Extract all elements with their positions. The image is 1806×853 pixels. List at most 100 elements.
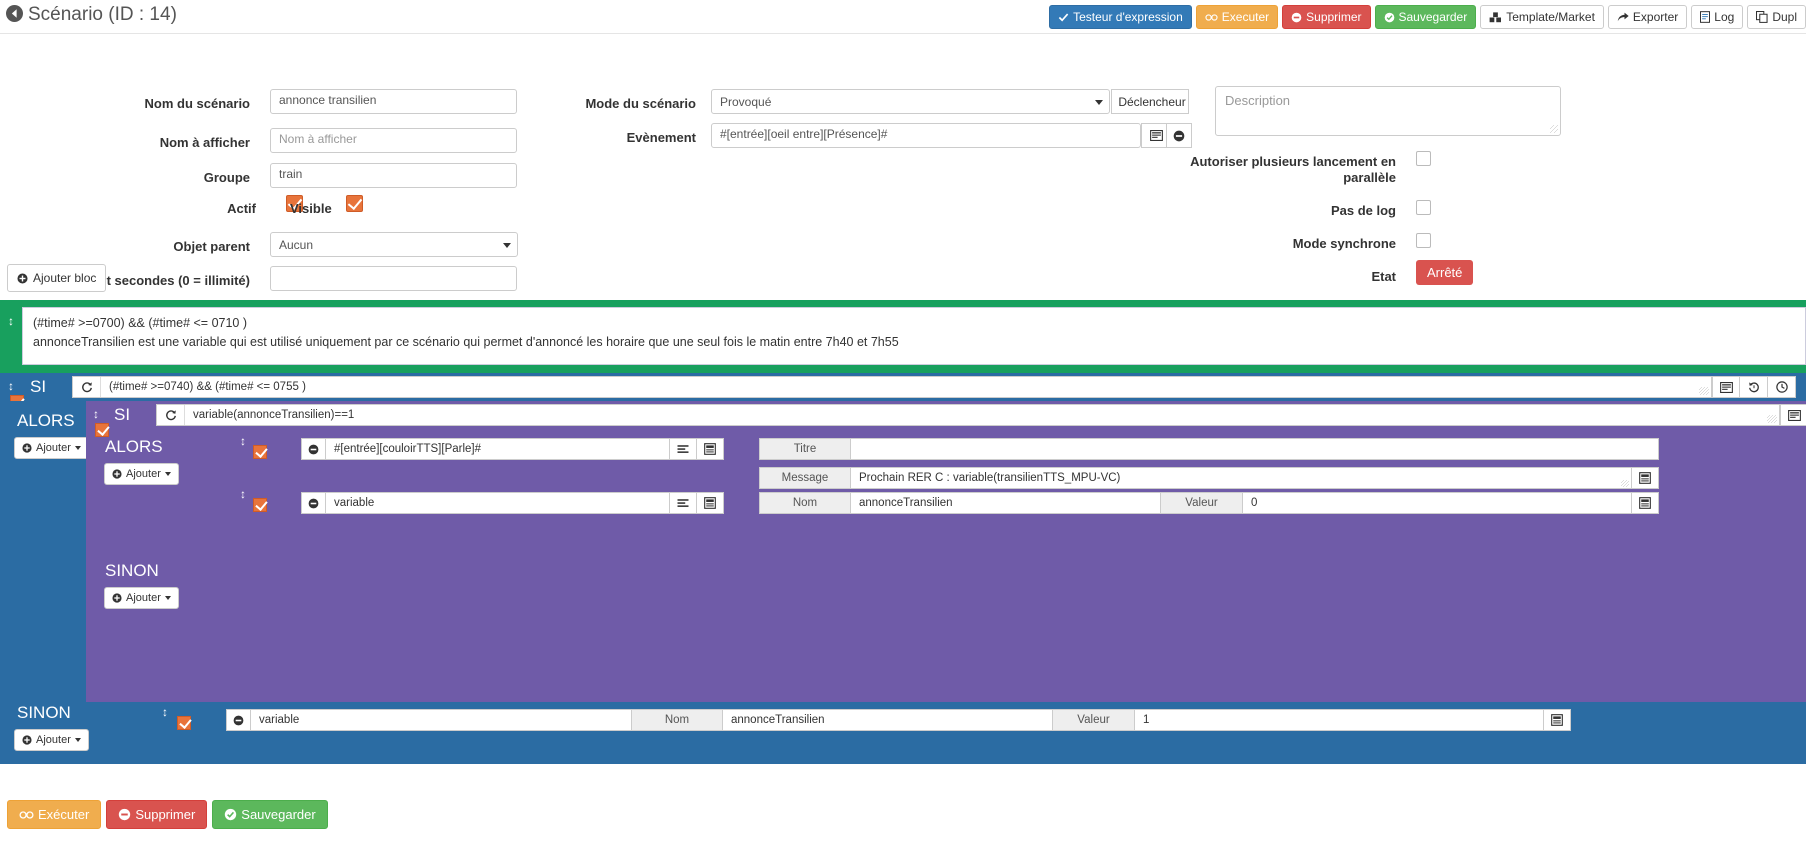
declencheur-button[interactable]: Déclencheur bbox=[1111, 89, 1189, 114]
alors-outer-ajouter-button[interactable]: Ajouter bbox=[14, 437, 89, 459]
action-2-command[interactable]: variable bbox=[325, 492, 670, 514]
minus-circle-icon bbox=[308, 444, 319, 454]
supprimer-label: Supprimer bbox=[1306, 10, 1362, 24]
status-badge[interactable]: Arrêté bbox=[1416, 260, 1474, 285]
evenement-input[interactable]: #[entrée][oeil entre][Présence]# bbox=[711, 123, 1141, 148]
action-row-2: variable bbox=[301, 492, 724, 514]
action-sinon-command[interactable]: variable bbox=[250, 709, 644, 731]
book-icon[interactable] bbox=[697, 492, 724, 514]
log-button[interactable]: Log bbox=[1691, 5, 1744, 29]
action-sinon-enabled-checkbox[interactable] bbox=[177, 716, 191, 730]
drag-handle-icon[interactable]: ↕ bbox=[93, 407, 99, 421]
action-2-remove-button[interactable] bbox=[301, 492, 325, 514]
drag-handle-icon[interactable]: ↕ bbox=[162, 705, 168, 719]
testeur-expression-button[interactable]: Testeur d'expression bbox=[1049, 5, 1192, 29]
sinon-outer-label: SINON bbox=[17, 703, 71, 722]
ajouter-bloc-button[interactable]: Ajouter bloc bbox=[7, 264, 107, 292]
alors-outer-ajouter-label: Ajouter bbox=[36, 442, 71, 454]
field-value-message[interactable]: Prochain RER C : variable(transilienTTS_… bbox=[851, 467, 1632, 489]
clock-icon[interactable] bbox=[1768, 376, 1796, 398]
alors-inner-ajouter-button[interactable]: Ajouter bbox=[104, 463, 179, 485]
minus-circle-icon bbox=[233, 715, 244, 725]
share-icon bbox=[1617, 12, 1629, 21]
resize-grip-icon[interactable] bbox=[1699, 387, 1709, 395]
pas-de-log-checkbox[interactable] bbox=[1416, 200, 1431, 215]
mode-scenario-select[interactable]: Provoqué bbox=[711, 89, 1110, 114]
footer-sauvegarder-button[interactable]: Sauvegarder bbox=[212, 800, 328, 829]
description-textarea[interactable]: Description bbox=[1215, 86, 1561, 136]
objet-parent-select[interactable]: Aucun bbox=[270, 232, 518, 257]
refresh-icon[interactable] bbox=[157, 405, 185, 425]
executer-button[interactable]: Executer bbox=[1195, 5, 1279, 29]
action-1-enabled-checkbox[interactable] bbox=[253, 445, 267, 459]
field-value-nom[interactable]: annonceTransilien bbox=[851, 492, 1161, 514]
list-icon[interactable] bbox=[1780, 404, 1806, 426]
action-row-sinon: variable bbox=[226, 709, 698, 731]
field-value-nom[interactable]: annonceTransilien bbox=[723, 709, 1053, 731]
refresh-icon[interactable] bbox=[73, 377, 101, 397]
evenement-remove-button[interactable] bbox=[1166, 123, 1192, 148]
nom-scenario-input[interactable]: annonce transilien bbox=[270, 89, 517, 114]
sinon-outer-ajouter-button[interactable]: Ajouter bbox=[14, 729, 89, 751]
si-outer-expression[interactable]: (#time# >=0740) && (#time# <= 0755 ) bbox=[72, 376, 1712, 398]
list-icon[interactable] bbox=[1712, 376, 1740, 398]
sauvegarder-button[interactable]: Sauvegarder bbox=[1374, 5, 1477, 29]
autoriser-parallele-checkbox[interactable] bbox=[1416, 151, 1431, 166]
executer-label: Executer bbox=[1221, 10, 1270, 24]
book-icon[interactable] bbox=[1544, 709, 1571, 731]
book-icon[interactable] bbox=[1632, 467, 1659, 489]
action-sinon-remove-button[interactable] bbox=[226, 709, 250, 731]
check-icon bbox=[1058, 13, 1069, 21]
alors-inner-label: ALORS bbox=[105, 437, 163, 456]
list-icon[interactable] bbox=[670, 492, 697, 514]
resize-grip-icon[interactable] bbox=[1767, 415, 1777, 423]
footer-executer-button[interactable]: Exécuter bbox=[7, 800, 102, 829]
supprimer-button[interactable]: Supprimer bbox=[1282, 5, 1371, 29]
dupliquer-button[interactable]: Dupl bbox=[1747, 5, 1806, 29]
label-actif: Actif bbox=[227, 201, 256, 216]
visible-checkbox[interactable] bbox=[346, 195, 363, 212]
minus-circle-icon bbox=[1291, 12, 1302, 22]
si-inner-sinon-region: SINON Ajouter bbox=[86, 559, 1806, 619]
resize-grip-icon[interactable] bbox=[1621, 480, 1629, 487]
back-arrow-icon[interactable] bbox=[6, 5, 23, 28]
action-1-field-titre: Titre bbox=[759, 438, 1659, 460]
action-1-remove-button[interactable] bbox=[301, 438, 325, 460]
field-label-message: Message bbox=[759, 467, 851, 489]
drag-handle-icon[interactable]: ↕ bbox=[240, 487, 246, 501]
check-circle-icon bbox=[1384, 12, 1394, 22]
timeout-input[interactable] bbox=[270, 266, 517, 291]
resize-grip-icon[interactable] bbox=[1550, 125, 1558, 133]
drag-handle-icon[interactable]: ↕ bbox=[8, 314, 14, 328]
groupe-input[interactable]: train bbox=[270, 163, 517, 188]
nom-afficher-input[interactable]: Nom à afficher bbox=[270, 128, 517, 153]
drag-handle-icon[interactable]: ↕ bbox=[8, 379, 14, 393]
book-icon[interactable] bbox=[1632, 492, 1659, 514]
list-icon[interactable] bbox=[670, 438, 697, 460]
footer-supprimer-button[interactable]: Supprimer bbox=[106, 800, 208, 829]
description-placeholder: Description bbox=[1225, 93, 1291, 108]
drag-handle-icon[interactable]: ↕ bbox=[240, 434, 246, 448]
footer-executer-label: Exécuter bbox=[38, 807, 90, 822]
sinon-inner-ajouter-button[interactable]: Ajouter bbox=[104, 587, 179, 609]
si-inner-expression[interactable]: variable(annonceTransilien)==1 bbox=[156, 404, 1780, 426]
field-value-titre[interactable] bbox=[851, 438, 1659, 460]
history-icon[interactable] bbox=[1740, 376, 1768, 398]
field-label-valeur: Valeur bbox=[1053, 709, 1135, 731]
code-block-content[interactable]: (#time# >=0700) && (#time# <= 0710 ) ann… bbox=[22, 307, 1806, 365]
label-visible: Visible bbox=[290, 201, 332, 216]
mode-synchrone-checkbox[interactable] bbox=[1416, 233, 1431, 248]
field-value-valeur[interactable]: 1 bbox=[1135, 709, 1544, 731]
book-icon[interactable] bbox=[697, 438, 724, 460]
action-1-command[interactable]: #[entrée][couloirTTS][Parle]# bbox=[325, 438, 670, 460]
page-title: Scénario (ID : 14) bbox=[6, 4, 177, 28]
action-sinon-fields: Nom annonceTransilien Valeur 1 bbox=[631, 709, 1571, 731]
ajouter-bloc-label: Ajouter bloc bbox=[33, 271, 97, 285]
action-2-enabled-checkbox[interactable] bbox=[253, 498, 267, 512]
exporter-button[interactable]: Exporter bbox=[1607, 5, 1688, 29]
dupliquer-label: Dupl bbox=[1772, 10, 1797, 24]
label-autoriser-parallele: Autoriser plusieurs lancement en parallè… bbox=[1190, 154, 1396, 185]
template-market-button[interactable]: Template/Market bbox=[1480, 5, 1604, 29]
si-inner-actions bbox=[1780, 404, 1806, 426]
field-value-valeur[interactable]: 0 bbox=[1243, 492, 1632, 514]
